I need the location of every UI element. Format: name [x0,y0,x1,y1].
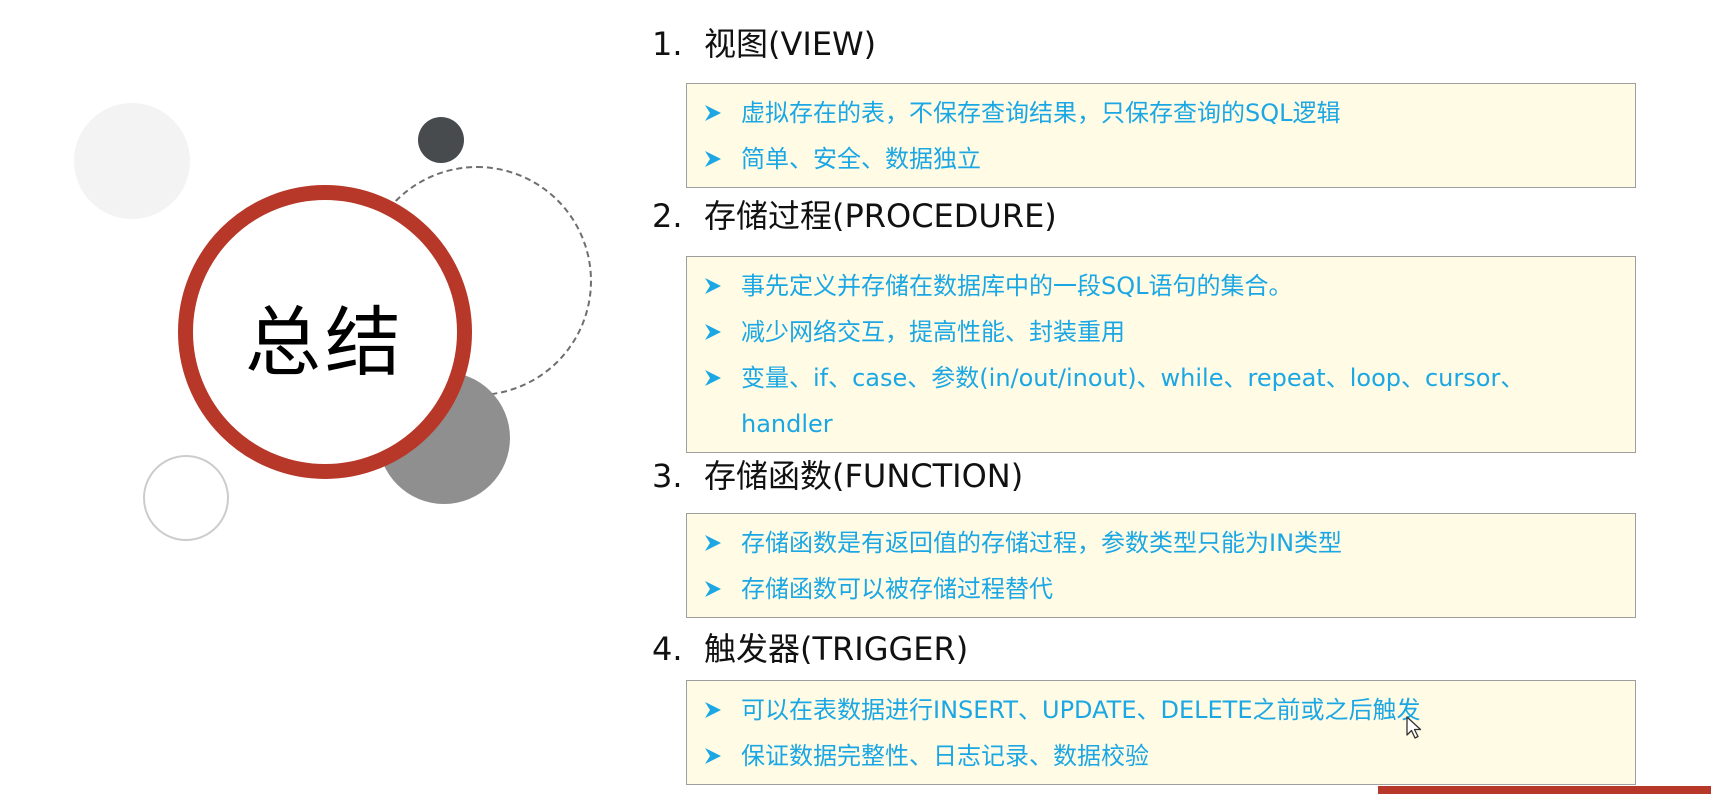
section-title: 存储函数(FUNCTION) [704,457,1024,495]
arrow-bullet-icon [701,263,725,309]
section-title: 触发器(TRIGGER) [704,630,969,668]
section-box-function: 存储函数是有返回值的存储过程，参数类型只能为IN类型 存储函数可以被存储过程替代 [686,513,1636,618]
list-item: 存储函数是有返回值的存储过程，参数类型只能为IN类型 [687,520,1635,566]
section-number: 1. [652,25,683,63]
section-box-procedure: 事先定义并存储在数据库中的一段SQL语句的集合。 减少网络交互，提高性能、封装重… [686,256,1636,453]
bullet-text: 可以在表数据进行INSERT、UPDATE、DELETE之前或之后触发 [741,696,1421,724]
bullet-text: 虚拟存在的表，不保存查询结果，只保存查询的SQL逻辑 [741,99,1341,127]
section-heading-function: 3. 存储函数(FUNCTION) [652,456,1023,496]
decorative-light-circle [74,103,190,219]
bullet-text: 保证数据完整性、日志记录、数据校验 [741,742,1149,770]
arrow-bullet-icon [701,520,725,566]
arrow-bullet-icon [701,687,725,733]
bullet-text: 事先定义并存储在数据库中的一段SQL语句的集合。 [741,272,1293,300]
section-box-view: 虚拟存在的表，不保存查询结果，只保存查询的SQL逻辑 简单、安全、数据独立 [686,83,1636,188]
bullet-text: 简单、安全、数据独立 [741,145,981,173]
arrow-bullet-icon [701,309,725,355]
section-box-trigger: 可以在表数据进行INSERT、UPDATE、DELETE之前或之后触发 保证数据… [686,680,1636,785]
arrow-bullet-icon [701,733,725,779]
bullet-text: 存储函数是有返回值的存储过程，参数类型只能为IN类型 [741,529,1343,557]
section-title: 视图(VIEW) [704,25,877,63]
list-item: 简单、安全、数据独立 [687,136,1635,182]
list-item: 存储函数可以被存储过程替代 [687,566,1635,612]
arrow-bullet-icon [701,355,725,401]
summary-circle: 总结 [178,185,472,479]
list-item: 变量、if、case、参数(in/out/inout)、while、repeat… [687,355,1635,447]
list-item: 减少网络交互，提高性能、封装重用 [687,309,1635,355]
arrow-bullet-icon [701,90,725,136]
list-item: 可以在表数据进行INSERT、UPDATE、DELETE之前或之后触发 [687,687,1635,733]
mouse-cursor-icon [1406,716,1422,744]
slide-title: 总结 [245,298,405,387]
decorative-dark-circle [418,117,464,163]
arrow-bullet-icon [701,136,725,182]
accent-bar [1378,786,1711,794]
section-heading-view: 1. 视图(VIEW) [652,24,876,64]
list-item: 虚拟存在的表，不保存查询结果，只保存查询的SQL逻辑 [687,90,1635,136]
decorative-outline-circle [143,455,229,541]
section-number: 2. [652,197,683,235]
bullet-text: 存储函数可以被存储过程替代 [741,575,1053,603]
bullet-text: 减少网络交互，提高性能、封装重用 [741,318,1125,346]
section-heading-trigger: 4. 触发器(TRIGGER) [652,629,968,669]
section-number: 3. [652,457,683,495]
bullet-text: 变量、if、case、参数(in/out/inout)、while、repeat… [741,364,1525,438]
arrow-bullet-icon [701,566,725,612]
list-item: 保证数据完整性、日志记录、数据校验 [687,733,1635,779]
list-item: 事先定义并存储在数据库中的一段SQL语句的集合。 [687,263,1635,309]
section-title: 存储过程(PROCEDURE) [704,197,1057,235]
section-number: 4. [652,630,683,668]
section-heading-procedure: 2. 存储过程(PROCEDURE) [652,196,1057,236]
